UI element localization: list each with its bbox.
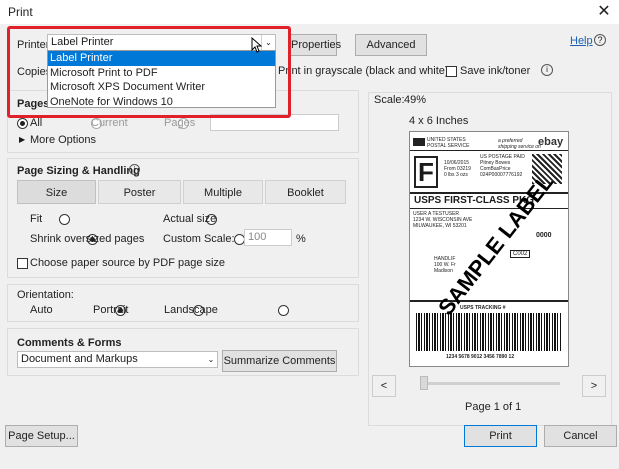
orientation-auto-label: Auto xyxy=(30,304,53,316)
printer-option-label-printer[interactable]: Label Printer xyxy=(48,51,275,66)
chevron-down-icon[interactable]: ⌄ xyxy=(205,352,217,367)
fit-label: Fit xyxy=(30,213,43,225)
printer-option-onenote[interactable]: OneNote for Windows 10 xyxy=(48,95,275,110)
tracking-label: USPS TRACKING # xyxy=(460,305,506,311)
comments-title: Comments & Forms xyxy=(17,337,122,349)
cancel-button[interactable]: Cancel xyxy=(544,425,617,447)
save-ink-checkbox[interactable] xyxy=(446,66,457,77)
printer-option-xps-writer[interactable]: Microsoft XPS Document Writer xyxy=(48,80,275,95)
page-slider-track[interactable] xyxy=(420,382,560,385)
grayscale-label: Print in grayscale (black and white) xyxy=(278,65,449,77)
actual-size-label: Actual size xyxy=(163,213,217,225)
divider xyxy=(410,208,568,209)
orientation-portrait-label: Portrait xyxy=(93,304,129,316)
pages-range-label: Pages xyxy=(164,117,196,129)
tab-size[interactable]: Size xyxy=(17,180,96,204)
label-preview: UNITED STATES POSTAL SERVICE a preferred… xyxy=(409,131,569,367)
shrink-label: Shrink oversized pages xyxy=(30,233,145,245)
postal-service-text: UNITED STATES POSTAL SERVICE xyxy=(427,137,470,149)
next-page-button[interactable]: > xyxy=(582,375,606,397)
title-bar: Print ✕ xyxy=(0,0,619,24)
mouse-cursor-icon xyxy=(251,37,262,53)
prev-page-button[interactable]: < xyxy=(372,375,396,397)
divider xyxy=(410,150,568,151)
chevron-down-icon[interactable]: ⌄ xyxy=(261,35,275,50)
tracking-number: 1234 5678 9012 3456 7890 12 xyxy=(446,354,515,360)
page-slider-thumb[interactable] xyxy=(420,376,428,390)
ebay-logo: ebay xyxy=(538,136,564,148)
comments-select[interactable]: Document and Markups ⌄ xyxy=(17,351,218,368)
tab-booklet[interactable]: Booklet xyxy=(265,180,346,204)
paper-source-checkbox[interactable] xyxy=(17,258,28,269)
tab-multiple[interactable]: Multiple xyxy=(183,180,263,204)
sizing-info-icon[interactable]: i xyxy=(129,164,140,175)
save-ink-label: Save ink/toner xyxy=(460,65,531,77)
expand-triangle-icon[interactable]: ▶ xyxy=(19,135,25,144)
comments-selected-value: Document and Markups xyxy=(21,353,138,365)
ship-to-address: HANDLIF 100 W. Fr Madison xyxy=(434,256,456,274)
page-setup-button[interactable]: Page Setup... xyxy=(5,425,78,447)
summarize-comments-button[interactable]: Summarize Comments xyxy=(222,350,337,372)
page-indicator: Page 1 of 1 xyxy=(465,401,522,413)
properties-button[interactable]: Properties xyxy=(291,34,341,56)
printer-select[interactable]: Label Printer ⌄ xyxy=(47,34,276,51)
orientation-landscape-label: Landscape xyxy=(164,304,218,316)
zone-code: 0000 xyxy=(536,232,552,239)
custom-scale-label: Custom Scale: xyxy=(163,233,235,245)
printer-option-print-to-pdf[interactable]: Microsoft Print to PDF xyxy=(48,66,275,81)
pages-title: Pages xyxy=(17,98,50,110)
advanced-button[interactable]: Advanced xyxy=(355,34,427,56)
pages-all-radio[interactable] xyxy=(17,118,28,129)
from-address: USER A TESTUSER 1234 W. WISCONSIN AVE MI… xyxy=(413,211,473,229)
help-link[interactable]: Help xyxy=(570,35,593,47)
window-title: Print xyxy=(8,5,33,19)
postage-paid-block: US POSTAGE PAID Pitney Bowes ComBasPrice… xyxy=(480,154,525,178)
custom-scale-input[interactable]: 100 xyxy=(244,229,292,246)
pages-all-label: All xyxy=(30,117,43,129)
date-weight-block: 10/06/2015 From 03219 0 lbs 3 ozs xyxy=(444,160,471,178)
info-icon[interactable]: i xyxy=(541,64,553,76)
paper-size-label: 4 x 6 Inches xyxy=(409,115,469,127)
print-button[interactable]: Print xyxy=(464,425,537,447)
ebay-preferred-text: a preferred shipping service on xyxy=(498,138,541,150)
pages-range-input[interactable] xyxy=(210,114,339,131)
tab-poster[interactable]: Poster xyxy=(98,180,181,204)
orientation-title: Orientation: xyxy=(17,289,74,301)
usps-eagle-logo xyxy=(413,138,425,146)
route-code: C002 xyxy=(510,250,531,258)
page-sizing-title: Page Sizing & Handling xyxy=(17,165,140,177)
percent-label: % xyxy=(296,233,306,245)
printer-dropdown-list[interactable]: Label Printer Microsoft Print to PDF Mic… xyxy=(47,50,276,108)
more-options-link[interactable]: More Options xyxy=(30,134,96,146)
orientation-landscape-radio[interactable] xyxy=(277,305,289,316)
tracking-barcode xyxy=(416,313,562,351)
close-icon[interactable]: ✕ xyxy=(593,1,615,23)
service-class-letter: F xyxy=(414,156,438,188)
printer-selected-value: Label Printer xyxy=(51,36,114,48)
help-icon[interactable]: ? xyxy=(594,34,606,46)
paper-source-label: Choose paper source by PDF page size xyxy=(30,257,226,269)
pages-current-label: Current xyxy=(91,117,128,129)
